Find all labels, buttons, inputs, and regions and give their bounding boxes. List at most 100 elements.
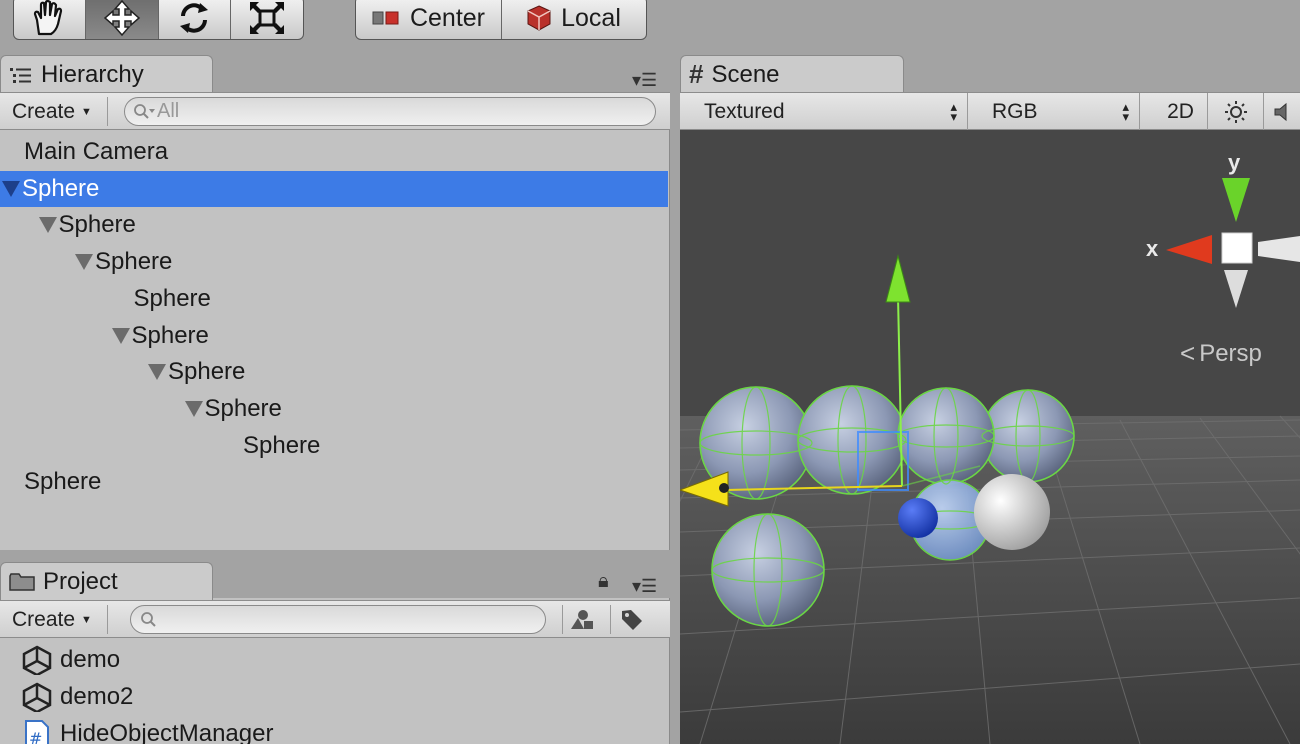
- rotate-tool-button[interactable]: [159, 0, 231, 39]
- project-panel-menu-icon[interactable]: ▾☰: [632, 576, 657, 597]
- grid-hash-icon: #: [689, 59, 704, 89]
- speaker-icon: [1274, 102, 1287, 122]
- svg-text:#: #: [29, 729, 42, 744]
- perspective-icon: <: [1180, 338, 1196, 368]
- dropdown-arrow-icon: ▼: [81, 613, 92, 626]
- hierarchy-item[interactable]: Sphere: [0, 354, 668, 390]
- expand-triangle-icon[interactable]: [75, 254, 93, 271]
- hierarchy-item[interactable]: Main Camera: [0, 134, 668, 170]
- draw-mode-dropdown[interactable]: Textured ▴ ▾: [680, 93, 968, 131]
- up-down-arrows-icon: ▴ ▾: [1122, 99, 1129, 124]
- project-asset-item[interactable]: demo2: [20, 679, 133, 715]
- scene-viewport[interactable]: y x < Persp: [680, 130, 1300, 744]
- unity-icon: [22, 682, 52, 712]
- pivot-local-button[interactable]: Local: [502, 0, 646, 39]
- local-cube-icon: [527, 5, 551, 31]
- hierarchy-toolbar: Create ▼ All: [0, 92, 670, 130]
- hierarchy-item[interactable]: Sphere: [0, 281, 668, 317]
- tab-hierarchy[interactable]: Hierarchy: [0, 55, 213, 93]
- scale-tool-button[interactable]: [231, 0, 304, 39]
- shapes-icon: [570, 609, 593, 629]
- expand-triangle-icon[interactable]: [38, 217, 57, 234]
- expand-triangle-icon[interactable]: [184, 400, 203, 417]
- hierarchy-item-label: Main Camera: [24, 138, 169, 165]
- hierarchy-item[interactable]: Sphere: [0, 391, 668, 427]
- gizmo-x-label: x: [1146, 236, 1159, 261]
- project-create-button[interactable]: Create ▼: [0, 605, 108, 634]
- orientation-gizmo[interactable]: [1166, 178, 1300, 308]
- project-search-input[interactable]: [130, 605, 546, 634]
- hierarchy-item-label: Sphere: [243, 431, 321, 459]
- main-toolbar: Center Local: [0, 0, 1300, 50]
- hierarchy-item-label: Sphere: [24, 468, 102, 496]
- hand-icon: [34, 0, 63, 36]
- csharp-script-icon: #: [25, 720, 49, 744]
- project-asset-label: demo2: [60, 683, 134, 710]
- move-tool-button[interactable]: [85, 0, 159, 39]
- unity-icon: [22, 645, 52, 675]
- projection-toggle[interactable]: < Persp: [1180, 338, 1262, 369]
- scale-icon: [249, 2, 284, 34]
- render-mode-dropdown[interactable]: RGB ▴ ▾: [980, 93, 1140, 131]
- hierarchy-item[interactable]: Sphere: [0, 170, 668, 207]
- move-arrows-icon: [103, 0, 140, 37]
- list-icon: [10, 67, 31, 83]
- project-asset-label: demo: [60, 646, 121, 673]
- hierarchy-item[interactable]: Sphere: [0, 428, 668, 464]
- expand-triangle-icon[interactable]: [148, 364, 166, 381]
- hierarchy-tree: Main Camera Sphere Sphere Sphere Sphere Spher…: [0, 134, 670, 500]
- hierarchy-item[interactable]: Sphere: [0, 207, 668, 243]
- filter-by-label-button[interactable]: [610, 605, 652, 634]
- lock-icon[interactable]: 🔒︎: [598, 570, 609, 593]
- hierarchy-search-placeholder: All: [157, 100, 180, 122]
- project-toolbar: Create ▼: [0, 600, 670, 638]
- hierarchy-create-button[interactable]: Create ▼: [0, 97, 108, 126]
- expand-triangle-icon[interactable]: [2, 180, 20, 197]
- expand-triangle-icon[interactable]: [111, 327, 130, 344]
- rotate-icon: [180, 3, 209, 33]
- tab-scene[interactable]: # Scene: [680, 55, 904, 93]
- hierarchy-item-label: Sphere: [131, 321, 209, 349]
- search-icon: [134, 103, 155, 119]
- hierarchy-item[interactable]: Sphere: [0, 318, 668, 354]
- draw-mode-value: Textured: [704, 100, 785, 123]
- search-icon: [141, 611, 156, 627]
- gizmo-y-label: y: [1228, 150, 1241, 175]
- view-2d-label: 2D: [1167, 100, 1194, 123]
- project-create-label: Create: [12, 607, 76, 631]
- hierarchy-item-label: Sphere: [22, 174, 100, 202]
- projection-label: Persp: [1199, 339, 1262, 367]
- pivot-center-icon: [372, 11, 399, 25]
- transform-tools: [13, 0, 304, 40]
- pivot-center-button[interactable]: Center: [356, 0, 502, 39]
- dropdown-arrow-icon: ▼: [81, 105, 92, 118]
- project-asset-item[interactable]: # HideObjectManager: [20, 716, 273, 744]
- pivot-local-label: Local: [561, 3, 621, 32]
- sun-icon: [1224, 101, 1247, 123]
- pivot-controls: Center Local: [355, 0, 647, 40]
- lighting-toggle[interactable]: [1208, 93, 1264, 131]
- hierarchy-tab-label: Hierarchy: [41, 60, 144, 88]
- view-2d-toggle[interactable]: 2D: [1154, 93, 1208, 131]
- hierarchy-item-label: Sphere: [95, 248, 173, 276]
- folder-icon: [9, 572, 35, 591]
- tag-icon: [621, 609, 642, 630]
- render-mode-value: RGB: [992, 100, 1038, 123]
- hierarchy-item[interactable]: Sphere: [0, 464, 668, 500]
- project-asset-label: HideObjectManager: [60, 720, 274, 744]
- hierarchy-item-label: Sphere: [58, 211, 136, 239]
- hierarchy-item-label: Sphere: [133, 284, 211, 312]
- scene-tab-label: Scene: [711, 60, 780, 88]
- hierarchy-panel-menu-icon[interactable]: ▾☰: [632, 70, 657, 91]
- hierarchy-item-label: Sphere: [204, 394, 282, 422]
- hierarchy-item[interactable]: Sphere: [0, 244, 668, 280]
- hierarchy-search-input[interactable]: All: [124, 97, 656, 126]
- hand-tool-button[interactable]: [14, 0, 86, 39]
- filter-by-type-button[interactable]: [562, 605, 600, 634]
- hierarchy-create-label: Create: [12, 99, 76, 123]
- tab-project[interactable]: Project: [0, 562, 213, 600]
- audio-toggle[interactable]: [1266, 93, 1300, 131]
- scene-render: [680, 178, 1300, 744]
- pivot-center-label: Center: [409, 3, 486, 32]
- project-asset-item[interactable]: demo: [20, 642, 120, 678]
